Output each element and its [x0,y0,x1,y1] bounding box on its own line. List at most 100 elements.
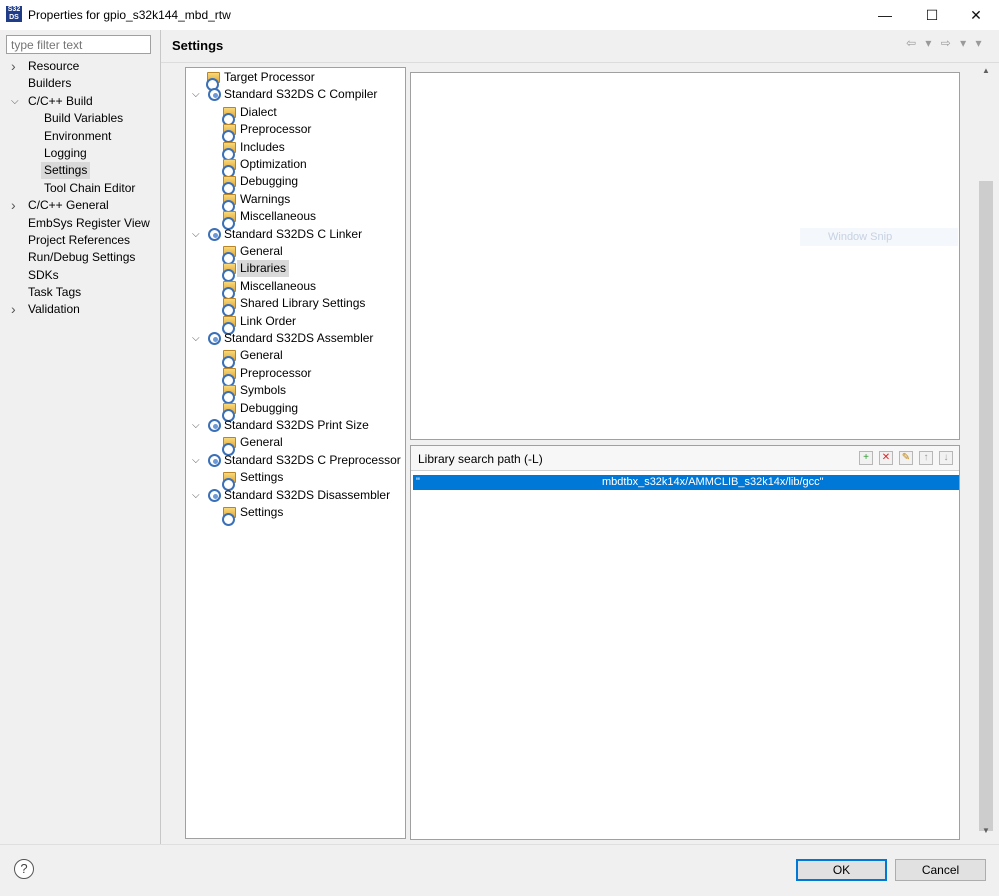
chevron-down-icon[interactable]: ⌵ [192,226,204,243]
help-icon[interactable]: ? [14,859,34,879]
tool-gear-icon [208,453,221,467]
nav-item[interactable]: EmbSys Register View [0,215,160,232]
tree-item-label: Dialect [240,104,277,119]
option-folder-icon [222,367,236,387]
option-folder-icon [206,72,220,91]
scroll-down-icon[interactable]: ▼ [978,823,994,839]
nav-item[interactable]: Task Tags [0,284,160,301]
tool-settings-tree: Target Processor ⌵ Standard S32DS C Compil… [185,67,406,839]
properties-dialog: S32 DS Properties for gpio_s32k144_mbd_r… [0,0,999,896]
tree-item-label: General [240,244,283,258]
footer-divider [0,844,999,845]
move-down-icon[interactable]: ↓ [939,451,953,465]
chevron-right-icon[interactable]: › [11,58,21,75]
option-folder-icon [222,315,236,335]
option-folder-icon [222,211,236,231]
nav-item-label: Tool Chain Editor [44,180,136,195]
tree-item-label: Libraries [237,260,290,278]
library-toolbar: + ✕ ✎ ↑ ↓ [853,451,953,467]
maximize-button[interactable]: ☐ [909,0,955,30]
option-folder-icon [222,263,236,283]
edit-path-icon[interactable]: ✎ [899,451,913,465]
library-path-text: mbdtbx_s32k14x/AMMCLIB_s32k14x/lib/gcc" [602,476,824,488]
chevron-down-icon[interactable]: ⌵ [192,417,204,434]
add-path-icon[interactable]: + [859,451,873,465]
option-folder-icon [222,176,236,196]
chevron-right-icon[interactable]: › [11,197,21,214]
nav-item-label: Logging [44,145,87,160]
nav-item[interactable]: › C/C++ General [0,197,160,214]
tree-item-label: Symbols [240,383,287,398]
library-search-path-title: Library search path (-L) [418,452,543,466]
minimize-button[interactable]: — [862,0,908,30]
delete-path-icon[interactable]: ✕ [879,451,893,465]
nav-item-label: Environment [44,128,112,143]
nav-item[interactable]: Project References [0,232,160,249]
nav-item[interactable]: SDKs [0,267,160,284]
chevron-down-icon[interactable]: ⌵ [192,86,204,103]
nav-item-label: Run/Debug Settings [28,250,136,265]
tree-item-label: Miscellaneous [240,209,317,224]
tree-item-label: Standard S32DS Disassembler [224,487,391,502]
nav-item[interactable]: Logging [0,145,160,162]
nav-item[interactable]: Settings [0,162,160,180]
chevron-down-icon[interactable]: ⌵ [11,93,21,110]
tree-item-label: Optimization [240,157,307,171]
tree-item-label: Target Processor [224,70,315,84]
history-nav-buttons[interactable]: ⇦ ▾ ⇨ ▾ ▾ [906,36,985,50]
library-search-path-header: Library search path (-L) + ✕ ✎ ↑ ↓ [411,446,959,471]
library-search-path-panel: Library search path (-L) + ✕ ✎ ↑ ↓ " mbdtbx_… [410,445,960,840]
option-folder-icon [222,141,236,161]
vertical-scrollbar[interactable]: ▲ ▼ [978,63,994,839]
scrollbar-thumb[interactable] [979,181,993,831]
library-path-quote: " [416,476,420,488]
nav-item[interactable]: › Resource [0,58,160,75]
tool-gear-icon [208,332,221,345]
tree-item-label: Standard S32DS Print Size [224,418,369,432]
nav-item-label: Builders [28,76,72,91]
chevron-down-icon[interactable]: ⌵ [192,330,204,347]
option-folder-icon [222,246,236,265]
option-folder-icon [222,193,236,213]
option-folder-icon [222,106,236,126]
nav-item-label: C/C++ General [28,198,109,213]
chevron-right-icon[interactable]: › [11,301,21,318]
nav-item[interactable]: Environment [0,128,160,145]
tree-item-label: Debugging [240,400,299,415]
scroll-up-icon[interactable]: ▲ [978,63,994,79]
tree-item-label: Standard S32DS Assembler [224,331,374,345]
libraries-upper-list[interactable] [410,72,960,440]
nav-item-label: Resource [28,59,80,73]
nav-item[interactable]: Builders [0,75,160,92]
cancel-button[interactable]: Cancel [895,859,986,881]
ok-button[interactable]: OK [796,859,887,881]
chevron-down-icon[interactable]: ⌵ [192,487,204,504]
nav-item-label: Project References [28,232,131,247]
filter-input[interactable] [6,35,151,54]
option-folder-icon [222,402,236,422]
header-divider [161,62,999,63]
tree-item-label: Includes [240,139,285,154]
tree-item-label: General [240,435,283,450]
option-folder-icon [222,350,236,370]
tree-item-label: Standard S32DS C Compiler [224,87,378,102]
chevron-down-icon[interactable]: ⌵ [192,452,204,469]
tree-item-label: General [240,348,283,363]
page-title: Settings [172,38,224,53]
nav-item-label: C/C++ Build [28,93,93,108]
move-up-icon[interactable]: ↑ [919,451,933,465]
nav-item[interactable]: ⌵ C/C++ Build [0,93,160,110]
option-folder-icon [222,124,236,144]
tree-item-label: Standard S32DS C Linker [224,226,363,241]
vertical-divider[interactable] [160,30,161,844]
library-path-row[interactable]: " mbdtbx_s32k14x/AMMCLIB_s32k14x/lib/gcc… [413,475,959,490]
nav-item[interactable]: Tool Chain Editor [0,180,160,197]
close-button[interactable]: ✕ [953,0,999,30]
tree-item-label: Miscellaneous [240,278,317,293]
nav-item[interactable]: › Validation [0,301,160,318]
tool-gear-icon [208,88,221,102]
nav-item-label: Validation [28,302,80,317]
title-bar: S32 DS Properties for gpio_s32k144_mbd_r… [0,0,999,30]
nav-item[interactable]: Build Variables [0,110,160,127]
nav-item[interactable]: Run/Debug Settings [0,249,160,266]
